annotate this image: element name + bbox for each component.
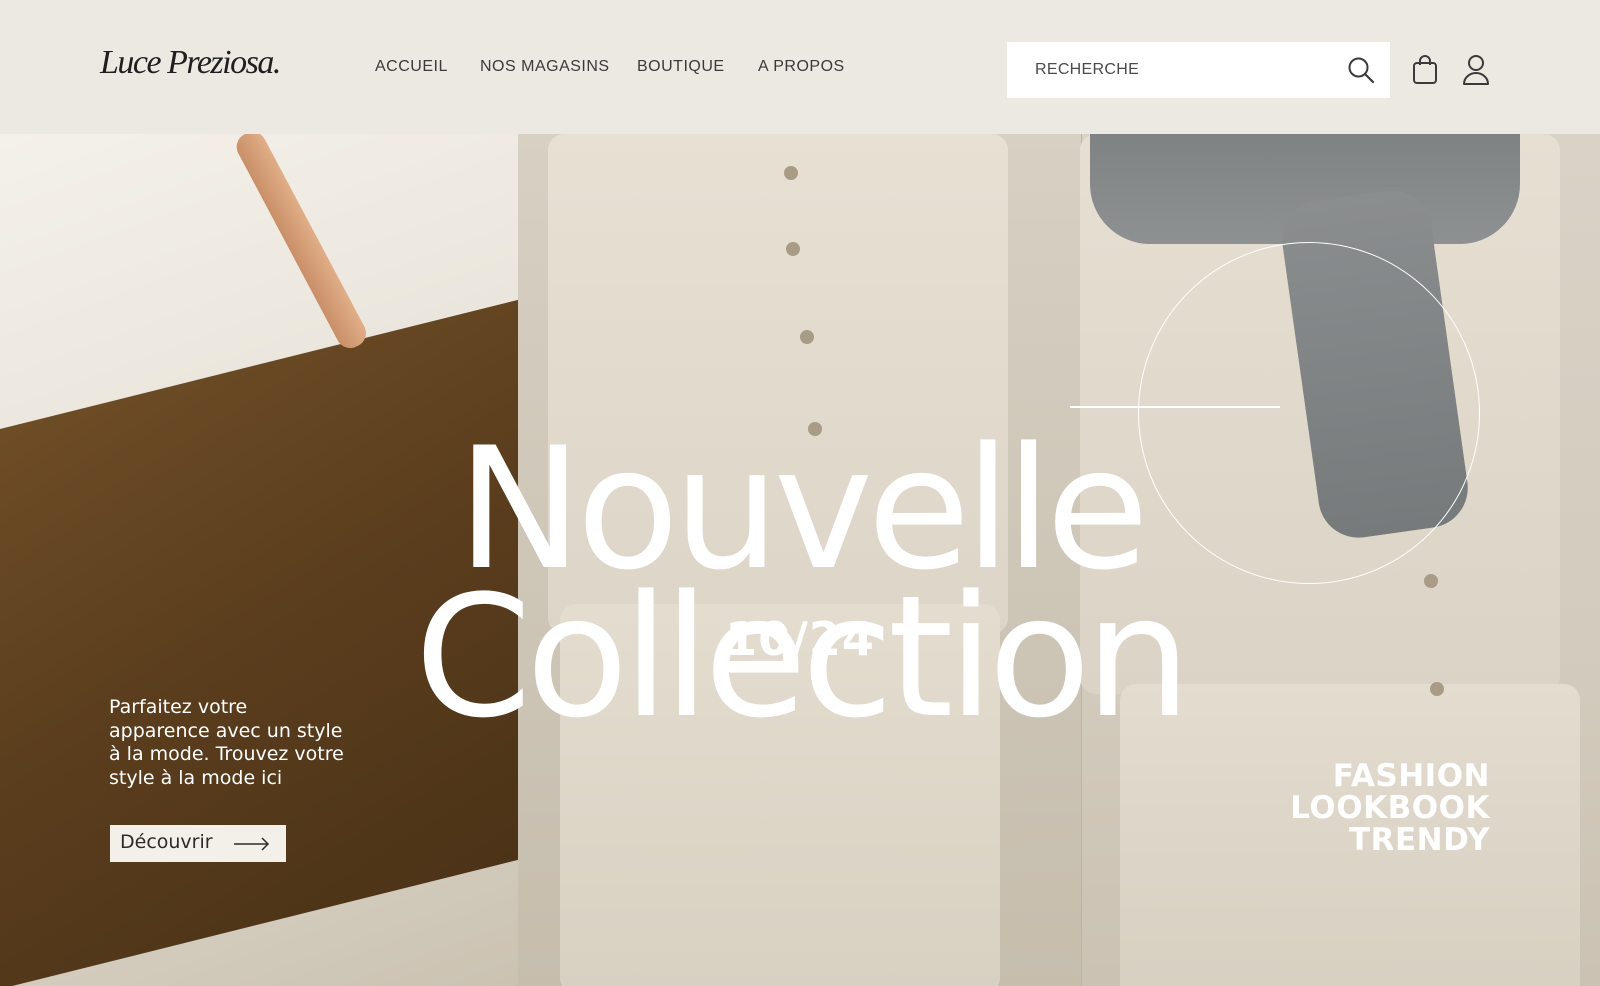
wooden-hanger-graphic xyxy=(231,134,371,353)
brand-logo[interactable]: Luce Preziosa. xyxy=(100,44,281,82)
search-box xyxy=(1007,42,1390,98)
shirt-button xyxy=(800,330,814,344)
tag-trendy: TRENDY xyxy=(1348,822,1490,858)
nav-a-propos[interactable]: A PROPOS xyxy=(758,58,845,76)
site-header: Luce Preziosa. ACCUEIL NOS MAGASINS BOUT… xyxy=(0,0,1600,134)
decouvrir-button-label: Découvrir xyxy=(120,831,213,853)
hero-tagline: Parfaitez votre apparence avec un style … xyxy=(109,696,344,789)
tag-lookbook: LOOKBOOK xyxy=(1290,790,1490,826)
nav-accueil[interactable]: ACCUEIL xyxy=(375,58,448,76)
search-icon[interactable] xyxy=(1346,55,1376,85)
decouvrir-button[interactable]: Découvrir xyxy=(110,825,286,862)
user-icon[interactable] xyxy=(1461,53,1491,87)
decorative-line xyxy=(1070,406,1280,408)
collection-date: 10/24 xyxy=(725,612,875,666)
shirt-button xyxy=(784,166,798,180)
shirt-button xyxy=(786,242,800,256)
nav-boutique[interactable]: BOUTIQUE xyxy=(637,58,725,76)
tag-fashion: FASHION xyxy=(1332,758,1490,794)
shopping-bag-icon[interactable] xyxy=(1410,53,1440,87)
hero-tags: FASHION LOOKBOOK TRENDY xyxy=(1290,760,1490,856)
nav-nos-magasins[interactable]: NOS MAGASINS xyxy=(480,58,610,76)
search-input[interactable] xyxy=(1007,42,1335,98)
arrow-right-icon xyxy=(234,837,270,851)
